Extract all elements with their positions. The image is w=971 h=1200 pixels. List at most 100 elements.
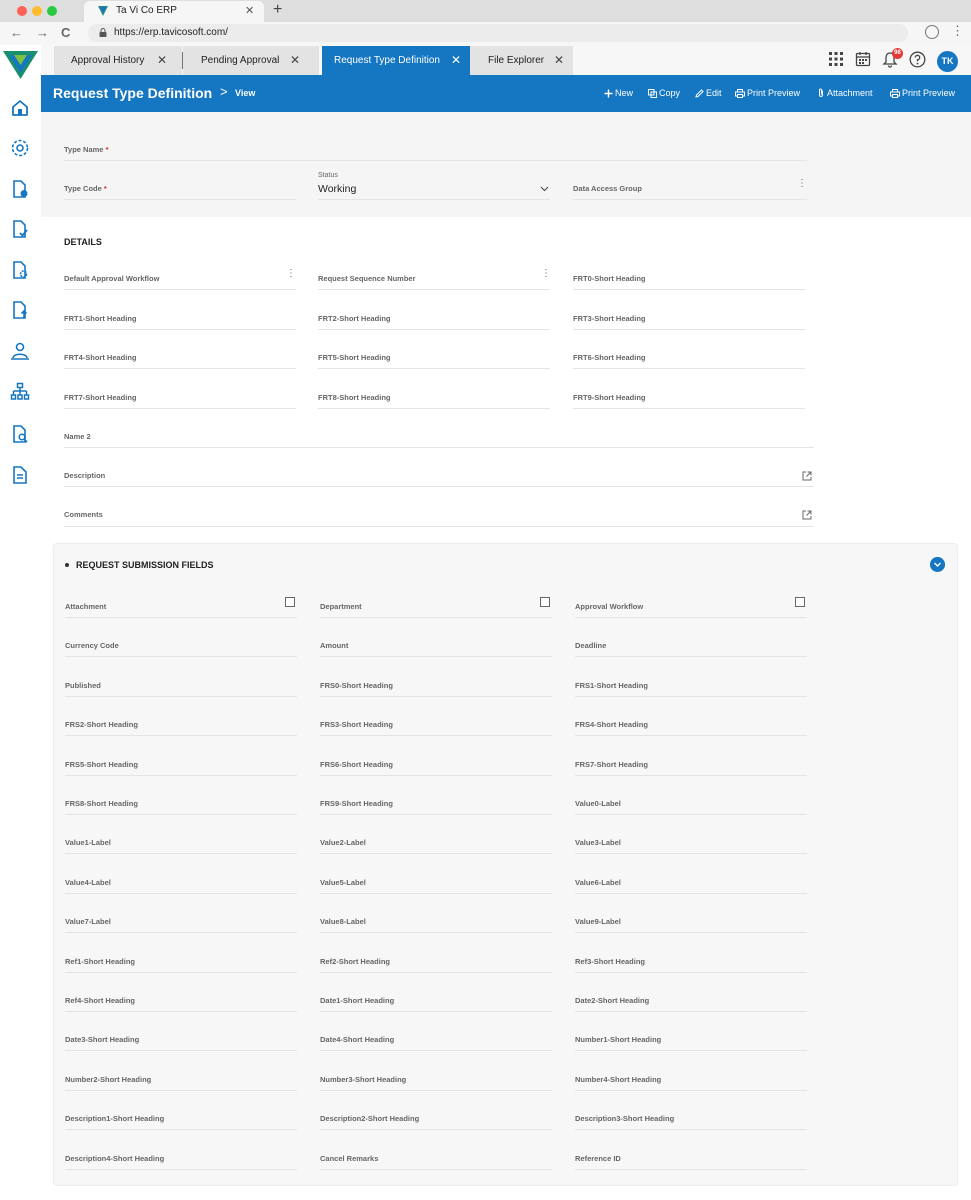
- tab-pending-approval[interactable]: Pending Approval ✕: [183, 46, 319, 75]
- frs5-short-heading-field[interactable]: [65, 774, 297, 776]
- value5-label-field[interactable]: [320, 892, 552, 894]
- type-code-field[interactable]: [64, 199, 296, 200]
- tab-file-explorer[interactable]: File Explorer ✕: [470, 46, 573, 75]
- value2-label-field[interactable]: [320, 853, 552, 855]
- document-upload-icon[interactable]: [10, 300, 30, 320]
- copy-button[interactable]: Copy: [648, 88, 680, 98]
- published-field[interactable]: [65, 695, 297, 697]
- value1-label-field[interactable]: [65, 853, 297, 855]
- new-tab-button[interactable]: +: [273, 1, 282, 19]
- frs1-short-heading-field[interactable]: [575, 695, 807, 697]
- description-field[interactable]: [64, 486, 814, 487]
- type-name-field[interactable]: [64, 160, 807, 161]
- tab-close-icon[interactable]: ✕: [157, 53, 167, 67]
- date4-short-heading-field[interactable]: [320, 1050, 552, 1052]
- frt1-short-heading-field[interactable]: [64, 328, 296, 330]
- document-clock-icon[interactable]: [10, 179, 30, 199]
- default-approval-workflow-field[interactable]: [64, 289, 296, 290]
- number3-short-heading-field[interactable]: [320, 1089, 552, 1091]
- value7-label-field[interactable]: [65, 932, 297, 934]
- value4-label-field[interactable]: [65, 892, 297, 894]
- frs8-short-heading-field[interactable]: [65, 814, 297, 815]
- user-group-icon[interactable]: [10, 341, 30, 361]
- deadline-field[interactable]: [575, 656, 807, 658]
- request-sequence-number-field[interactable]: [318, 289, 550, 290]
- print-preview-button[interactable]: Print Preview: [735, 88, 800, 98]
- url-input[interactable]: https://erp.tavicosoft.com/: [88, 24, 908, 42]
- attachment-button[interactable]: Attachment: [817, 88, 873, 98]
- value6-label-field[interactable]: [575, 892, 807, 894]
- request-sequence-more-icon[interactable]: ⋮: [541, 269, 551, 279]
- description2-short-heading-field[interactable]: [320, 1129, 552, 1131]
- number4-short-heading-field[interactable]: [575, 1089, 807, 1091]
- open-external-icon[interactable]: [802, 510, 812, 520]
- number1-short-heading-field[interactable]: [575, 1050, 807, 1052]
- comments-field[interactable]: [64, 526, 814, 527]
- reference-id-field[interactable]: [575, 1168, 807, 1170]
- edit-button[interactable]: Edit: [695, 88, 722, 98]
- description1-short-heading-field[interactable]: [65, 1129, 297, 1131]
- tab-close-icon[interactable]: ✕: [451, 53, 461, 67]
- print-preview-button-2[interactable]: Print Preview: [890, 88, 955, 98]
- date2-short-heading-field[interactable]: [575, 1011, 807, 1012]
- frs9-short-heading-field[interactable]: [320, 814, 552, 815]
- forward-button[interactable]: →: [36, 25, 49, 41]
- ref1-short-heading-field[interactable]: [65, 971, 297, 973]
- ref4-short-heading-field[interactable]: [65, 1011, 297, 1012]
- document-check-icon[interactable]: [10, 219, 30, 239]
- browser-tab[interactable]: Ta Vi Co ERP ✕: [84, 1, 264, 22]
- frs6-short-heading-field[interactable]: [320, 774, 552, 776]
- frs2-short-heading-field[interactable]: [65, 735, 297, 737]
- new-button[interactable]: New: [604, 88, 633, 98]
- data-access-group-field[interactable]: [573, 199, 807, 200]
- number2-short-heading-field[interactable]: [65, 1089, 297, 1091]
- frs0-short-heading-field[interactable]: [320, 695, 552, 697]
- document-search-icon[interactable]: [10, 424, 30, 444]
- tab-request-type-definition[interactable]: Request Type Definition ✕: [322, 46, 470, 75]
- date1-short-heading-field[interactable]: [320, 1011, 552, 1012]
- browser-menu-icon[interactable]: ⋮: [951, 23, 964, 39]
- frt3-short-heading-field[interactable]: [573, 328, 805, 330]
- department-checkbox[interactable]: [540, 597, 550, 607]
- frt7-short-heading-field[interactable]: [64, 407, 296, 409]
- date3-short-heading-field[interactable]: [65, 1050, 297, 1052]
- attachment-checkbox[interactable]: [285, 597, 295, 607]
- value3-label-field[interactable]: [575, 853, 807, 855]
- status-select[interactable]: [318, 199, 550, 200]
- description3-short-heading-field[interactable]: [575, 1129, 807, 1131]
- name2-field[interactable]: [64, 447, 814, 448]
- value0-label-field[interactable]: [575, 814, 807, 815]
- tab-close-icon[interactable]: ✕: [290, 53, 300, 67]
- back-button[interactable]: ←: [10, 25, 23, 41]
- amount-field[interactable]: [320, 656, 552, 658]
- approval-workflow-checkbox[interactable]: [795, 597, 805, 607]
- settings-icon[interactable]: [10, 138, 30, 158]
- tab-close-icon[interactable]: ✕: [554, 53, 564, 67]
- frs7-short-heading-field[interactable]: [575, 774, 807, 776]
- department-field[interactable]: [320, 617, 552, 618]
- tab-approval-history[interactable]: Approval History ✕: [54, 46, 182, 75]
- minimize-window-button[interactable]: [32, 6, 42, 16]
- collapse-chevron-icon[interactable]: [930, 557, 945, 572]
- cancel-remarks-field[interactable]: [320, 1168, 552, 1170]
- app-logo[interactable]: [0, 45, 41, 84]
- frt6-short-heading-field[interactable]: [573, 368, 805, 369]
- home-icon[interactable]: [10, 98, 30, 118]
- default-approval-workflow-more-icon[interactable]: ⋮: [286, 269, 296, 279]
- open-external-icon[interactable]: [802, 471, 812, 481]
- frt4-short-heading-field[interactable]: [64, 368, 296, 369]
- description4-short-heading-field[interactable]: [65, 1168, 297, 1170]
- data-access-group-more-icon[interactable]: ⋮: [797, 179, 807, 189]
- ref2-short-heading-field[interactable]: [320, 971, 552, 973]
- document-lines-icon[interactable]: [10, 465, 30, 485]
- ref3-short-heading-field[interactable]: [575, 971, 807, 973]
- value8-label-field[interactable]: [320, 932, 552, 934]
- frt0-short-heading-field[interactable]: [573, 289, 805, 290]
- document-gear-icon[interactable]: [10, 260, 30, 280]
- avatar[interactable]: TK: [937, 51, 958, 72]
- maximize-window-button[interactable]: [47, 6, 57, 16]
- help-icon[interactable]: [909, 51, 926, 68]
- approval-workflow-field[interactable]: [575, 617, 807, 618]
- org-chart-icon[interactable]: [10, 382, 30, 402]
- browser-tab-close-icon[interactable]: ✕: [245, 4, 254, 17]
